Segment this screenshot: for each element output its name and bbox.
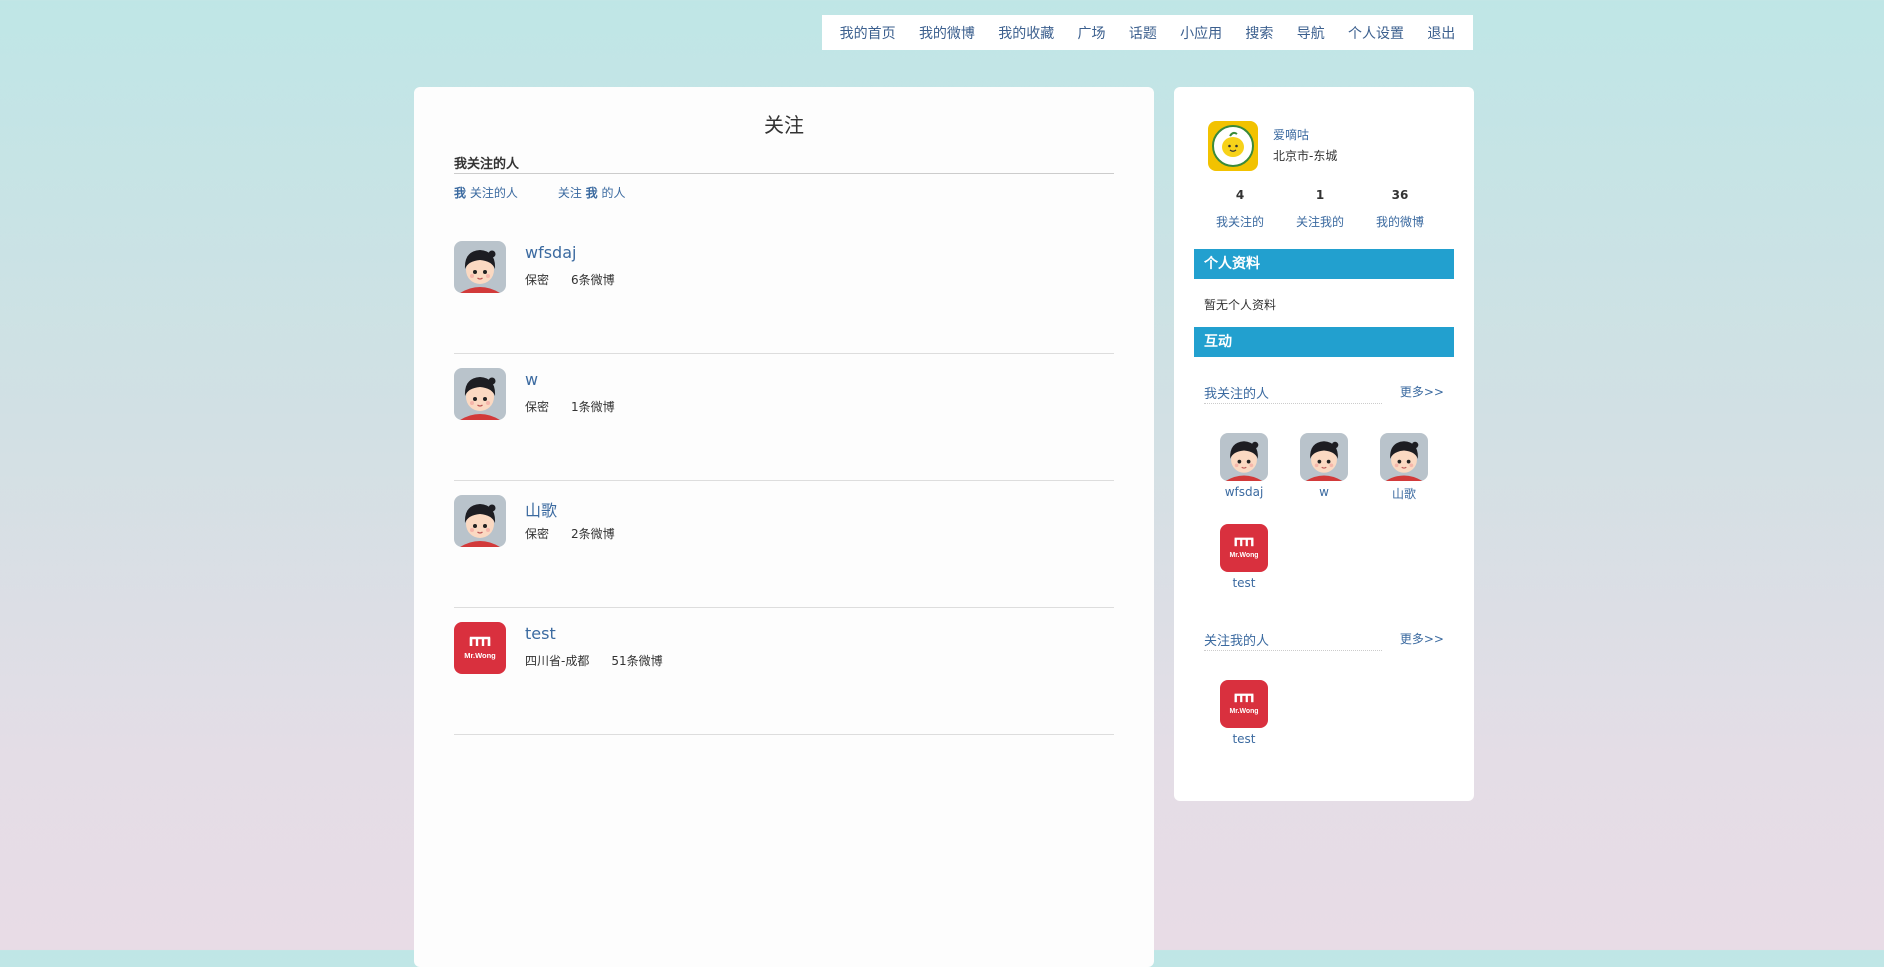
nav-navigation-link[interactable]: 导航 (1297, 23, 1325, 43)
list-item: Mr.Wong test 四川省-成都 51条微博 (454, 608, 1114, 735)
followers-subheader: 关注我的人 更多>> (1204, 630, 1444, 652)
my-posts-link[interactable]: 我的微博 (1360, 213, 1440, 230)
tab-my-followers[interactable]: 关注 我 的人 (558, 184, 626, 201)
main-panel: 关注 我关注的人 我 关注的人 关注 我 的人 wfsdaj 保密 6条微博 w (414, 87, 1154, 967)
interaction-section-header: 互动 (1194, 327, 1454, 357)
avatar (1380, 433, 1428, 481)
follower-user[interactable]: Mr.Wong test (1204, 680, 1284, 771)
mrwong-logo-icon: Mr.Wong (454, 622, 506, 674)
post-count: 6条微博 (571, 273, 615, 287)
user-name-link[interactable]: test (525, 624, 556, 643)
my-location: 北京市-东城 (1273, 149, 1338, 163)
following-user[interactable]: 山歌 (1364, 433, 1444, 524)
cartoon-face-icon (454, 495, 506, 547)
user-name-link[interactable]: wfsdaj (525, 243, 576, 262)
avatar (1300, 433, 1348, 481)
nav-my-weibo-link[interactable]: 我的微博 (919, 23, 975, 43)
following-count: 4 (1235, 188, 1245, 202)
following-user[interactable]: wfsdaj (1204, 433, 1284, 524)
user-location: 四川省-成都 (525, 654, 590, 668)
nav-topics-link[interactable]: 话题 (1129, 23, 1157, 43)
tab-my-following[interactable]: 我 关注的人 (454, 184, 518, 201)
my-user-name[interactable]: 爱嘀咕 (1273, 126, 1309, 143)
user-location: 保密 (525, 400, 550, 414)
following-user-name: wfsdaj (1224, 485, 1264, 499)
avatar[interactable] (454, 495, 506, 547)
page-title: 关注 (764, 113, 804, 137)
my-avatar[interactable] (1208, 121, 1258, 171)
sidebar: 爱嘀咕 北京市-东城 4 我关注的 1 关注我的 36 我的微博 个人资料 暂无… (1174, 87, 1474, 801)
section-heading: 我关注的人 (454, 153, 1114, 174)
nav-settings-link[interactable]: 个人设置 (1348, 23, 1404, 43)
user-stats: 4 我关注的 1 关注我的 36 我的微博 (1200, 188, 1440, 230)
cartoon-face-icon (454, 241, 506, 293)
nav-logout-link[interactable]: 退出 (1427, 23, 1455, 43)
followers-count: 1 (1315, 188, 1325, 202)
user-name-link[interactable]: w (525, 370, 538, 389)
followers-subtitle: 关注我的人 (1204, 630, 1382, 651)
following-user[interactable]: Mr.Wong test (1204, 524, 1284, 615)
follower-user-name: test (1232, 732, 1256, 746)
following-link[interactable]: 我关注的 (1200, 213, 1280, 230)
profile-section-header: 个人资料 (1194, 249, 1454, 279)
list-item: w 保密 1条微博 (454, 354, 1114, 481)
post-count: 51条微博 (611, 654, 663, 668)
avatar: Mr.Wong (1220, 524, 1268, 572)
followers-more-link[interactable]: 更多>> (1400, 630, 1444, 647)
following-user-name: test (1232, 576, 1256, 590)
avatar: Mr.Wong (1220, 680, 1268, 728)
following-list: wfsdaj 保密 6条微博 w 保密 1条微博 山歌 保密 2条微博 Mr.W… (454, 227, 1114, 735)
nav-apps-link[interactable]: 小应用 (1180, 23, 1222, 43)
user-location: 保密 (525, 273, 550, 287)
post-count: 2条微博 (571, 527, 615, 541)
post-count: 1条微博 (571, 400, 615, 414)
svg-text:Mr.Wong: Mr.Wong (1229, 708, 1258, 715)
avatar (1220, 433, 1268, 481)
top-nav: 我的首页 我的微博 我的收藏 广场 话题 小应用 搜索 导航 个人设置 退出 (822, 15, 1473, 50)
follow-subtabs: 我 关注的人 关注 我 的人 (454, 184, 626, 201)
cartoon-face-icon (1300, 433, 1348, 481)
following-grid: wfsdaj w 山歌 Mr.Wong test (1204, 433, 1444, 615)
list-item: wfsdaj 保密 6条微博 (454, 227, 1114, 354)
lemon-logo-icon (1208, 121, 1258, 171)
nav-home-link[interactable]: 我的首页 (840, 23, 896, 43)
avatar[interactable]: Mr.Wong (454, 622, 506, 674)
followers-link[interactable]: 关注我的 (1280, 213, 1360, 230)
following-subheader: 我关注的人 更多>> (1204, 383, 1444, 405)
nav-favorites-link[interactable]: 我的收藏 (998, 23, 1054, 43)
profile-empty-text: 暂无个人资料 (1204, 298, 1277, 312)
following-more-link[interactable]: 更多>> (1400, 383, 1444, 400)
following-user[interactable]: w (1284, 433, 1364, 524)
following-user-name: w (1319, 485, 1329, 499)
cartoon-face-icon (454, 368, 506, 420)
mrwong-logo-icon: Mr.Wong (1220, 680, 1268, 728)
cartoon-face-icon (1220, 433, 1268, 481)
avatar[interactable] (454, 241, 506, 293)
posts-count: 36 (1391, 188, 1409, 202)
svg-text:Mr.Wong: Mr.Wong (464, 651, 496, 660)
list-item: 山歌 保密 2条微博 (454, 481, 1114, 608)
user-name-link[interactable]: 山歌 (525, 497, 557, 521)
avatar[interactable] (454, 368, 506, 420)
user-location: 保密 (525, 527, 550, 541)
following-subtitle: 我关注的人 (1204, 383, 1382, 404)
nav-square-link[interactable]: 广场 (1078, 23, 1106, 43)
nav-search-link[interactable]: 搜索 (1245, 23, 1273, 43)
following-user-name: 山歌 (1391, 487, 1416, 501)
mrwong-logo-icon: Mr.Wong (1220, 524, 1268, 572)
svg-text:Mr.Wong: Mr.Wong (1229, 552, 1258, 559)
cartoon-face-icon (1380, 433, 1428, 481)
followers-grid: Mr.Wong test (1204, 680, 1444, 771)
